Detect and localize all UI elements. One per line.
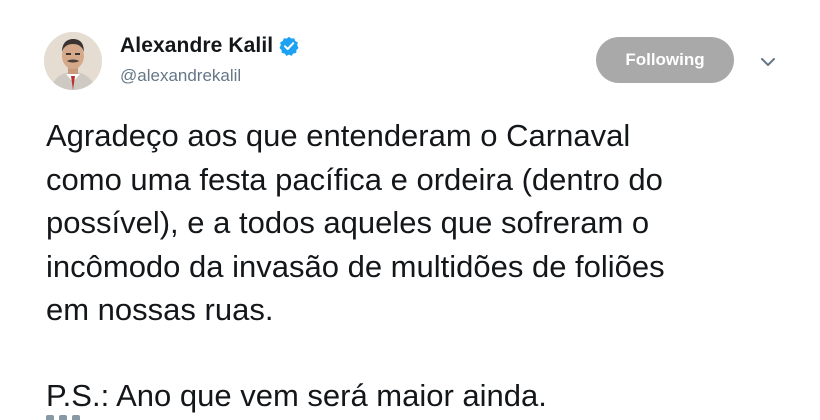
footer-icon bbox=[59, 415, 67, 420]
tweet-paragraph-2: P.S.: Ano que vem será maior ainda. bbox=[46, 377, 547, 413]
avatar[interactable] bbox=[44, 32, 102, 90]
tweet-card: Alexandre Kalil @alexandrekalil Followin… bbox=[0, 0, 820, 420]
tweet-footer-partial bbox=[46, 410, 108, 420]
author-handle[interactable]: @alexandrekalil bbox=[120, 66, 241, 86]
tweet-paragraph-1: Agradeço aos que entenderam o Carnaval c… bbox=[46, 118, 665, 327]
tweet-text: Agradeço aos que entenderam o Carnaval c… bbox=[46, 114, 806, 417]
footer-icon bbox=[72, 415, 80, 420]
chevron-down-icon[interactable] bbox=[756, 50, 780, 74]
footer-icon bbox=[46, 415, 54, 420]
author-name-row: Alexandre Kalil bbox=[120, 34, 299, 58]
verified-badge-icon bbox=[279, 36, 299, 56]
author-display-name[interactable]: Alexandre Kalil bbox=[120, 34, 273, 58]
following-button[interactable]: Following bbox=[596, 37, 734, 83]
